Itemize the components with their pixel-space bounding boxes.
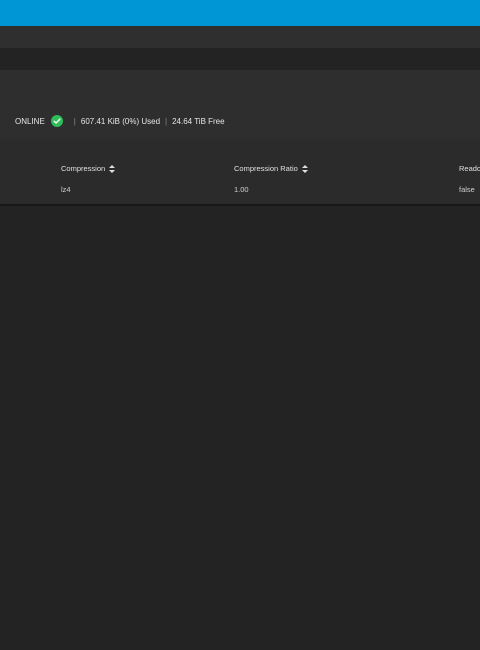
- secondary-toolbar: [0, 26, 480, 48]
- dataset-table: Compression Compression Ratio Reado lz4 …: [0, 140, 480, 204]
- pool-free-text: 24.64 TiB Free: [172, 116, 225, 126]
- empty-content-area: [0, 206, 480, 650]
- status-separator: |: [73, 116, 76, 126]
- column-header-compression-ratio[interactable]: Compression Ratio: [234, 164, 308, 173]
- pool-used-text: 607.41 KiB (0%) Used: [80, 116, 161, 126]
- cell-compression-ratio: 1.00: [234, 185, 249, 194]
- content-gap: [0, 48, 480, 70]
- check-circle-icon: [50, 115, 63, 127]
- column-header-label: Compression: [61, 164, 106, 173]
- pool-status-line: ONLINE | 607.41 KiB (0%) Used | 24.64 Ti…: [15, 114, 225, 128]
- sort-icon: [301, 164, 308, 173]
- pool-status-text: ONLINE: [15, 116, 45, 126]
- cell-compression: lz4: [61, 185, 71, 194]
- cell-readonly: false: [459, 185, 475, 194]
- column-header-readonly[interactable]: Reado: [459, 164, 480, 173]
- column-header-compression[interactable]: Compression: [61, 164, 116, 173]
- status-separator: |: [165, 116, 168, 126]
- top-toolbar: [0, 0, 480, 26]
- sort-icon: [109, 164, 116, 173]
- column-header-label: Reado: [459, 164, 480, 173]
- column-header-label: Compression Ratio: [234, 164, 298, 173]
- pool-status-panel: ONLINE | 607.41 KiB (0%) Used | 24.64 Ti…: [0, 70, 480, 140]
